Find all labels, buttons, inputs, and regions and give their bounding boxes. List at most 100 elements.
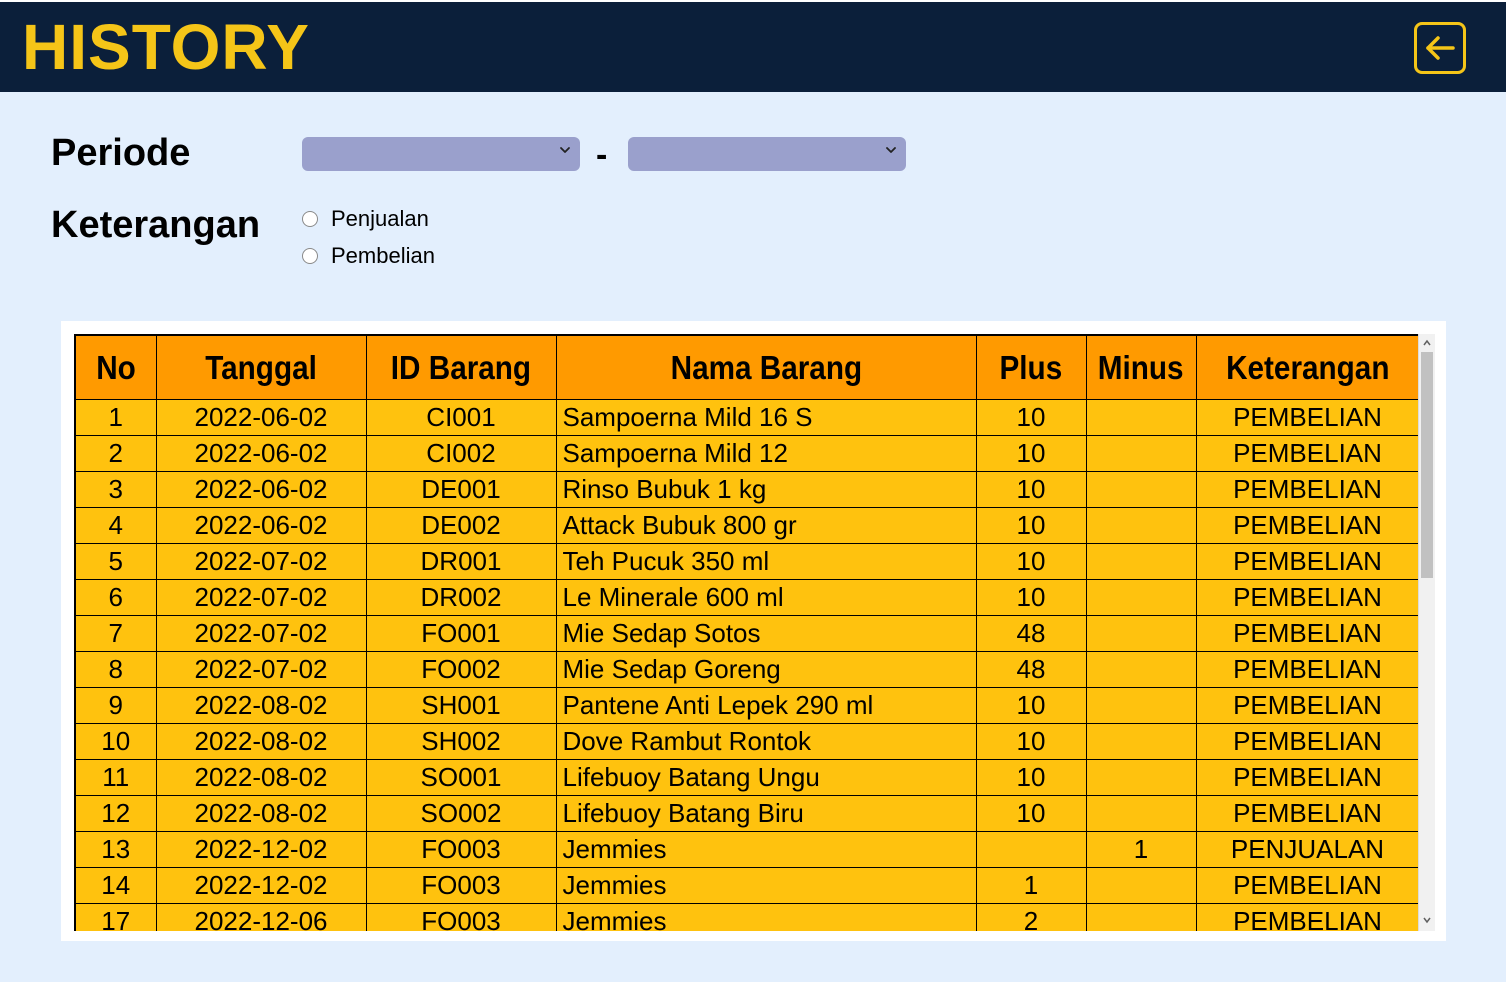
cell-id-barang: SH001	[366, 687, 557, 724]
cell-keterangan: PENJUALAN	[1196, 831, 1418, 868]
cell-tanggal: 2022-07-02	[156, 579, 367, 616]
column-header-minus[interactable]: Minus	[1086, 336, 1197, 400]
cell-plus: 10	[976, 795, 1087, 832]
cell-plus: 10	[976, 687, 1087, 724]
history-table-viewport[interactable]: No Tanggal ID Barang Nama Barang Plus Mi…	[74, 334, 1418, 931]
cell-nama-barang: Lifebuoy Batang Biru	[556, 795, 977, 832]
table-row[interactable]: 11 2022-08-02 SO001 Lifebuoy Batang Ungu 10 P…	[76, 759, 1418, 796]
cell-keterangan: PEMBELIAN	[1196, 723, 1418, 760]
table-header-row: No Tanggal ID Barang Nama Barang Plus Mi…	[76, 336, 1418, 400]
periode-start-select[interactable]	[302, 137, 580, 171]
cell-id-barang: DR001	[366, 543, 557, 580]
table-row[interactable]: 12 2022-08-02 SO002 Lifebuoy Batang Biru 10 P…	[76, 795, 1418, 832]
table-row[interactable]: 7 2022-07-02 FO001 Mie Sedap Sotos 48 PEMBELI…	[76, 615, 1418, 652]
table-row[interactable]: 9 2022-08-02 SH001 Pantene Anti Lepek 290 m…	[76, 687, 1418, 724]
cell-nama-barang: Le Minerale 600 ml	[556, 579, 977, 616]
chevron-down-icon	[1423, 917, 1431, 924]
table-row[interactable]: 14 2022-12-02 FO003 Jemmies 1 PEMBELIAN	[76, 867, 1418, 904]
cell-no: 8	[76, 651, 157, 688]
cell-id-barang: FO003	[366, 867, 557, 904]
table-row[interactable]: 3 2022-06-02 DE001 Rinso Bubuk 1 kg 10 PEMBEL…	[76, 471, 1418, 508]
cell-tanggal: 2022-06-02	[156, 507, 367, 544]
radio-penjualan[interactable]: Penjualan	[302, 206, 429, 232]
cell-keterangan: PEMBELIAN	[1196, 615, 1418, 652]
radio-button[interactable]	[302, 211, 318, 227]
table-row[interactable]: 10 2022-08-02 SH002 Dove Rambut Rontok 10 PEM…	[76, 723, 1418, 760]
column-header-no[interactable]: No	[76, 336, 157, 400]
cell-plus: 10	[976, 435, 1087, 472]
cell-plus: 10	[976, 399, 1087, 436]
cell-minus	[1086, 507, 1197, 544]
cell-no: 3	[76, 471, 157, 508]
cell-plus: 10	[976, 759, 1087, 796]
cell-minus	[1086, 579, 1197, 616]
cell-id-barang: DE001	[366, 471, 557, 508]
cell-id-barang: FO003	[366, 831, 557, 868]
cell-tanggal: 2022-12-02	[156, 831, 367, 868]
table-row[interactable]: 2 2022-06-02 CI002 Sampoerna Mild 12 10 PEMBE…	[76, 435, 1418, 472]
cell-tanggal: 2022-07-02	[156, 651, 367, 688]
cell-nama-barang: Mie Sedap Goreng	[556, 651, 977, 688]
cell-nama-barang: Dove Rambut Rontok	[556, 723, 977, 760]
table-row[interactable]: 17 2022-12-06 FO003 Jemmies 2 PEMBELIAN	[76, 903, 1418, 931]
cell-no: 5	[76, 543, 157, 580]
radio-pembelian[interactable]: Pembelian	[302, 243, 435, 269]
cell-plus: 10	[976, 579, 1087, 616]
cell-no: 9	[76, 687, 157, 724]
scroll-up-button[interactable]	[1419, 335, 1435, 351]
cell-minus: 1	[1086, 831, 1197, 868]
table-row[interactable]: 4 2022-06-02 DE002 Attack Bubuk 800 gr 10 PEM…	[76, 507, 1418, 544]
radio-button[interactable]	[302, 248, 318, 264]
cell-tanggal: 2022-06-02	[156, 399, 367, 436]
cell-nama-barang: Sampoerna Mild 16 S	[556, 399, 977, 436]
column-header-plus[interactable]: Plus	[976, 336, 1087, 400]
cell-tanggal: 2022-08-02	[156, 687, 367, 724]
chevron-up-icon	[1423, 339, 1431, 346]
table-row[interactable]: 13 2022-12-02 FO003 Jemmies 1 PENJUALAN	[76, 831, 1418, 868]
column-header-keterangan[interactable]: Keterangan	[1196, 336, 1418, 400]
table-scrollbar[interactable]	[1418, 334, 1435, 931]
table-row[interactable]: 6 2022-07-02 DR002 Le Minerale 600 ml 10 PEMB…	[76, 579, 1418, 616]
column-header-tanggal[interactable]: Tanggal	[156, 336, 367, 400]
cell-keterangan: PEMBELIAN	[1196, 867, 1418, 904]
cell-id-barang: DE002	[366, 507, 557, 544]
column-header-nama-barang[interactable]: Nama Barang	[556, 336, 977, 400]
cell-plus: 48	[976, 651, 1087, 688]
cell-nama-barang: Jemmies	[556, 867, 977, 904]
cell-no: 13	[76, 831, 157, 868]
cell-plus: 10	[976, 507, 1087, 544]
scroll-thumb[interactable]	[1421, 352, 1433, 578]
page-title: HISTORY	[22, 11, 310, 83]
cell-tanggal: 2022-12-06	[156, 903, 367, 931]
cell-plus: 1	[976, 867, 1087, 904]
cell-no: 11	[76, 759, 157, 796]
cell-keterangan: PEMBELIAN	[1196, 687, 1418, 724]
table-row[interactable]: 8 2022-07-02 FO002 Mie Sedap Goreng 48 PEMBEL…	[76, 651, 1418, 688]
cell-plus: 2	[976, 903, 1087, 931]
cell-minus	[1086, 471, 1197, 508]
cell-nama-barang: Lifebuoy Batang Ungu	[556, 759, 977, 796]
cell-plus: 10	[976, 723, 1087, 760]
table-row[interactable]: 1 2022-06-02 CI001 Sampoerna Mild 16 S 10 PEM…	[76, 399, 1418, 436]
periode-label: Periode	[51, 132, 191, 174]
arrow-left-icon	[1426, 36, 1455, 60]
cell-minus	[1086, 399, 1197, 436]
cell-nama-barang: Jemmies	[556, 831, 977, 868]
scroll-down-button[interactable]	[1419, 912, 1435, 928]
cell-keterangan: PEMBELIAN	[1196, 399, 1418, 436]
table-row[interactable]: 5 2022-07-02 DR001 Teh Pucuk 350 ml 10 PEMBEL…	[76, 543, 1418, 580]
cell-no: 10	[76, 723, 157, 760]
cell-minus	[1086, 435, 1197, 472]
back-button[interactable]	[1414, 22, 1466, 74]
cell-keterangan: PEMBELIAN	[1196, 579, 1418, 616]
cell-keterangan: PEMBELIAN	[1196, 903, 1418, 931]
cell-id-barang: DR002	[366, 579, 557, 616]
cell-keterangan: PEMBELIAN	[1196, 435, 1418, 472]
cell-id-barang: FO003	[366, 903, 557, 931]
cell-tanggal: 2022-08-02	[156, 795, 367, 832]
app-header: HISTORY	[0, 0, 1506, 92]
periode-end-select[interactable]	[628, 137, 906, 171]
cell-tanggal: 2022-06-02	[156, 435, 367, 472]
keterangan-label: Keterangan	[51, 204, 261, 246]
column-header-id-barang[interactable]: ID Barang	[366, 336, 557, 400]
